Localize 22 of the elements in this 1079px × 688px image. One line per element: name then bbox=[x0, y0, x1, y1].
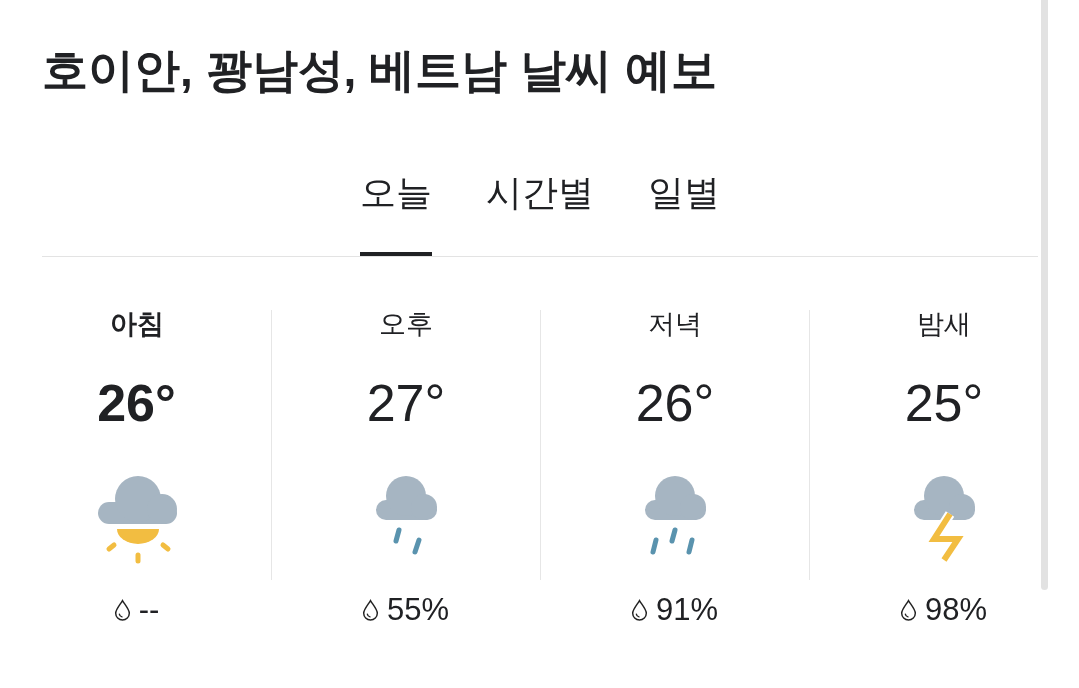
temperature: 27° bbox=[366, 374, 446, 432]
tab[interactable]: 시간별 bbox=[486, 171, 594, 256]
precipitation-chance: 55% bbox=[386, 592, 449, 628]
page-title: 호이안, 꽝남성, 베트남 날씨 예보 bbox=[42, 43, 718, 98]
raindrop-icon bbox=[899, 599, 917, 621]
period-label: 저녁 bbox=[648, 308, 702, 340]
scrollbar[interactable] bbox=[1041, 0, 1048, 590]
raindrop-icon bbox=[630, 599, 648, 621]
temperature: 26° bbox=[97, 374, 176, 432]
precipitation-chance: 91% bbox=[655, 592, 718, 628]
period-label: 오후 bbox=[379, 308, 433, 340]
raindrop-icon bbox=[113, 599, 131, 621]
period-label: 밤새 bbox=[917, 308, 971, 340]
sun-behind-cloud-icon bbox=[96, 474, 177, 564]
temperature: 26° bbox=[635, 374, 715, 432]
precipitation-chance: -- bbox=[138, 592, 160, 628]
period-label: 아침 bbox=[109, 308, 164, 340]
tab[interactable]: 오늘 bbox=[360, 171, 432, 256]
tab[interactable]: 일별 bbox=[648, 171, 720, 256]
precipitation-chance: 98% bbox=[924, 592, 987, 628]
raindrop-icon bbox=[361, 599, 379, 621]
temperature: 25° bbox=[904, 374, 984, 432]
